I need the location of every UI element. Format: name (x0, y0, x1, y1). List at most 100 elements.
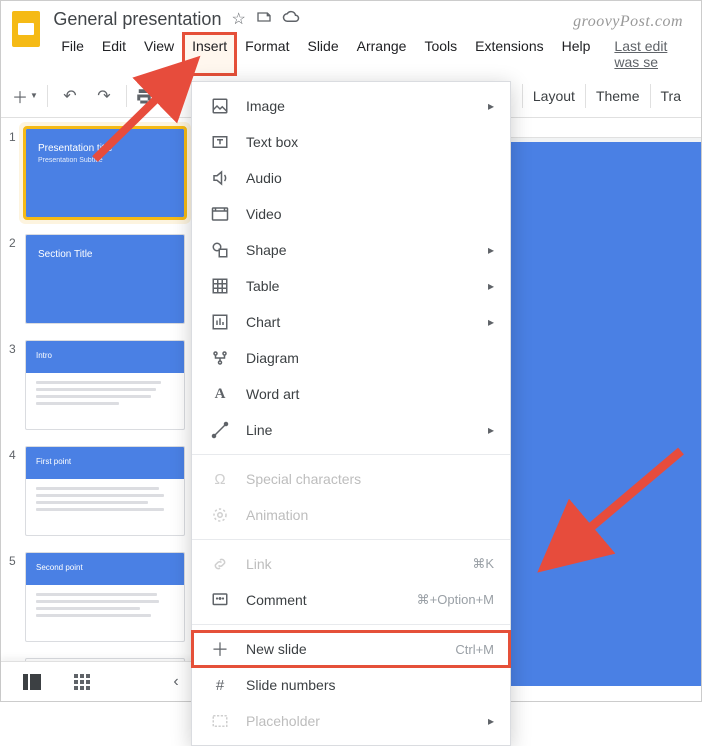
comment-icon (210, 590, 230, 610)
link-icon (210, 554, 230, 574)
hash-icon: # (210, 675, 230, 695)
thumb-number: 3 (9, 340, 19, 430)
toolbar-tra[interactable]: Tra (650, 84, 691, 108)
star-icon[interactable]: ☆ (231, 9, 245, 30)
print-button[interactable]: ▼ (135, 82, 163, 110)
menu-item-audio[interactable]: Audio (192, 160, 510, 196)
menu-item-label: Placeholder (246, 713, 472, 729)
doc-title[interactable]: General presentation (53, 9, 221, 30)
menu-item-shape[interactable]: Shape ▸ (192, 232, 510, 268)
grid-view-icon[interactable] (71, 671, 93, 693)
menu-edit[interactable]: Edit (94, 34, 134, 74)
thumb-number: 4 (9, 446, 19, 536)
menu-item-label: Slide numbers (246, 677, 494, 693)
slides-logo[interactable] (7, 9, 45, 49)
menu-item-word-art[interactable]: A Word art (192, 376, 510, 412)
menu-item-line[interactable]: Line ▸ (192, 412, 510, 448)
submenu-arrow-icon: ▸ (488, 279, 494, 293)
menu-item-comment[interactable]: Comment ⌘+Option+M (192, 582, 510, 618)
slide-thumb-4[interactable]: First point (25, 446, 185, 536)
menu-item-label: Text box (246, 134, 494, 150)
menu-item-special-characters: Ω Special characters (192, 461, 510, 497)
menu-item-label: Image (246, 98, 472, 114)
menu-item-label: Special characters (246, 471, 494, 487)
anim-icon (210, 505, 230, 525)
menu-arrange[interactable]: Arrange (349, 34, 415, 74)
menu-item-label: Chart (246, 314, 472, 330)
menubar: FileEditViewInsertFormatSlideArrangeTool… (53, 34, 695, 74)
submenu-arrow-icon: ▸ (488, 423, 494, 437)
menu-item-label: Table (246, 278, 472, 294)
menu-item-label: Line (246, 422, 472, 438)
menu-tools[interactable]: Tools (416, 34, 465, 74)
line-icon (210, 420, 230, 440)
insert-menu: Image▸Text boxAudioVideoShape▸Table▸Char… (191, 81, 511, 746)
app-header: General presentation ☆ FileEditViewInser… (1, 1, 701, 74)
textbox-icon (210, 132, 230, 152)
menu-item-label: Audio (246, 170, 494, 186)
menu-item-label: Link (246, 556, 456, 572)
table-icon (210, 276, 230, 296)
slide-panel[interactable]: 1Presentation titlePresentation Subtitle… (1, 118, 201, 686)
chart-icon (210, 312, 230, 332)
menu-item-video[interactable]: Video (192, 196, 510, 232)
toolbar-theme[interactable]: Theme (585, 84, 650, 108)
menu-item-table[interactable]: Table ▸ (192, 268, 510, 304)
placeholder-icon (210, 711, 230, 731)
menu-insert[interactable]: Insert (184, 34, 235, 74)
thumb-number: 5 (9, 552, 19, 642)
shortcut: Ctrl+M (455, 642, 494, 657)
image-icon (210, 96, 230, 116)
shortcut: ⌘+Option+M (417, 592, 494, 608)
last-edit-link[interactable]: Last edit was se (606, 34, 695, 74)
submenu-arrow-icon: ▸ (488, 315, 494, 329)
menu-item-slide-numbers[interactable]: # Slide numbers (192, 667, 510, 703)
shortcut: ⌘K (472, 556, 494, 572)
menu-slide[interactable]: Slide (299, 34, 346, 74)
menu-file[interactable]: File (53, 34, 92, 74)
menu-item-image[interactable]: Image ▸ (192, 88, 510, 124)
menu-item-link: Link ⌘K (192, 546, 510, 582)
undo-button[interactable]: ↶ (56, 82, 84, 110)
submenu-arrow-icon: ▸ (488, 714, 494, 728)
menu-item-label: Video (246, 206, 494, 222)
collapse-icon[interactable]: ‹ (165, 671, 187, 693)
submenu-arrow-icon: ▸ (488, 243, 494, 257)
audio-icon (210, 168, 230, 188)
slide-thumb-3[interactable]: Intro (25, 340, 185, 430)
submenu-arrow-icon: ▸ (488, 99, 494, 113)
menu-item-new-slide[interactable]: ＋ New slide Ctrl+M (192, 631, 510, 667)
slide-thumb-2[interactable]: Section Title (25, 234, 185, 324)
menu-item-placeholder: Placeholder ▸ (192, 703, 510, 739)
toolbar-layout[interactable]: Layout (522, 84, 585, 108)
menu-item-text-box[interactable]: Text box (192, 124, 510, 160)
slide-thumb-1[interactable]: Presentation titlePresentation Subtitle (25, 128, 185, 218)
redo-button[interactable]: ↷ (90, 82, 118, 110)
new-slide-button[interactable]: ＋▼ (11, 82, 39, 110)
menu-item-chart[interactable]: Chart ▸ (192, 304, 510, 340)
menu-item-label: New slide (246, 641, 439, 657)
watermark: groovyPost.com (573, 13, 683, 31)
menu-item-label: Word art (246, 386, 494, 402)
cloud-icon[interactable] (282, 9, 300, 30)
shape-icon (210, 240, 230, 260)
menu-item-label: Diagram (246, 350, 494, 366)
diagram-icon (210, 348, 230, 368)
menu-item-animation: Animation (192, 497, 510, 533)
menu-help[interactable]: Help (554, 34, 599, 74)
menu-item-label: Comment (246, 592, 401, 608)
move-icon[interactable] (256, 9, 272, 30)
menu-format[interactable]: Format (237, 34, 297, 74)
wordart-icon: A (210, 384, 230, 404)
menu-view[interactable]: View (136, 34, 182, 74)
thumb-number: 2 (9, 234, 19, 324)
omega-icon: Ω (210, 469, 230, 489)
menu-item-diagram[interactable]: Diagram (192, 340, 510, 376)
menu-extensions[interactable]: Extensions (467, 34, 551, 74)
filmstrip-view-icon[interactable] (21, 671, 43, 693)
plus-icon: ＋ (210, 639, 230, 659)
video-icon (210, 204, 230, 224)
thumb-number: 1 (9, 128, 19, 218)
menu-item-label: Shape (246, 242, 472, 258)
slide-thumb-5[interactable]: Second point (25, 552, 185, 642)
